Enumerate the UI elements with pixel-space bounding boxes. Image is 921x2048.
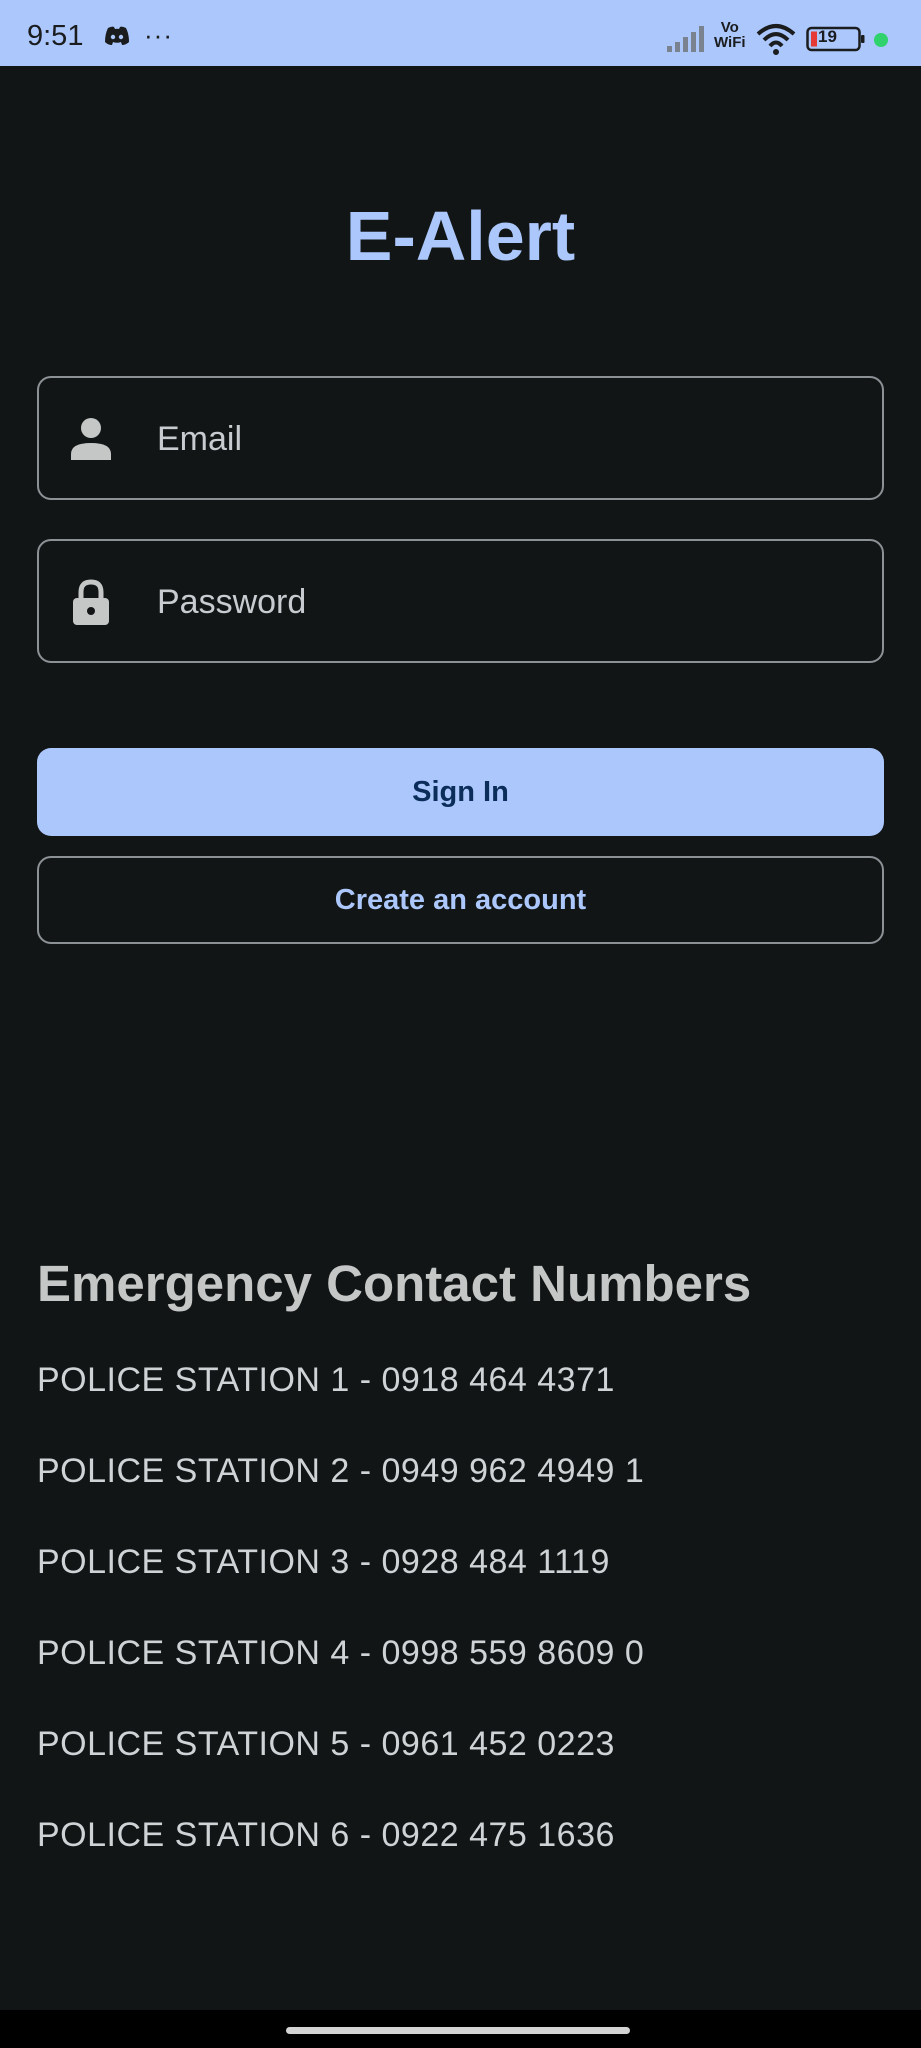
contact-item: POLICE STATION 3 - 0928 484 1119 [37, 1543, 610, 1581]
status-time: 9:51 [27, 20, 84, 52]
lock-icon [73, 579, 109, 625]
privacy-indicator-dot [874, 33, 888, 47]
person-icon [71, 418, 111, 460]
contact-item: POLICE STATION 1 - 0918 464 4371 [37, 1361, 615, 1399]
more-notifications-icon: ··· [144, 20, 173, 50]
contact-item: POLICE STATION 4 - 0998 559 8609 0 [37, 1634, 645, 1672]
sign-in-button[interactable]: Sign In [37, 748, 884, 836]
email-input[interactable] [155, 378, 859, 500]
vowifi-bottom: WiFi [714, 34, 746, 51]
contact-list: POLICE STATION 1 - 0918 464 4371 POLICE … [37, 1361, 644, 1907]
home-indicator[interactable] [286, 2027, 630, 2034]
status-bar: 9:51 ··· Vo WiFi 19 [0, 0, 921, 66]
password-input[interactable] [155, 541, 859, 663]
contact-item: POLICE STATION 6 - 0922 475 1636 [37, 1816, 615, 1854]
navigation-bar [0, 2010, 921, 2048]
contact-item: POLICE STATION 2 - 0949 962 4949 1 [37, 1452, 645, 1490]
discord-icon [105, 26, 129, 45]
login-screen: 9:51 ··· Vo WiFi 19 E-Alert Email Sign I… [0, 0, 921, 2048]
contact-item: POLICE STATION 5 - 0961 452 0223 [37, 1725, 615, 1763]
password-field[interactable] [37, 539, 884, 663]
wifi-icon [756, 24, 796, 55]
email-field[interactable] [37, 376, 884, 500]
battery-level: 19 [818, 27, 837, 46]
emergency-heading: Emergency Contact Numbers [37, 1255, 752, 1312]
vowifi-indicator: Vo WiFi [714, 20, 746, 50]
vowifi-top: Vo [720, 19, 739, 36]
app-title: E-Alert [345, 197, 576, 275]
signal-icon [667, 26, 704, 52]
create-account-button[interactable]: Create an account [37, 856, 884, 944]
